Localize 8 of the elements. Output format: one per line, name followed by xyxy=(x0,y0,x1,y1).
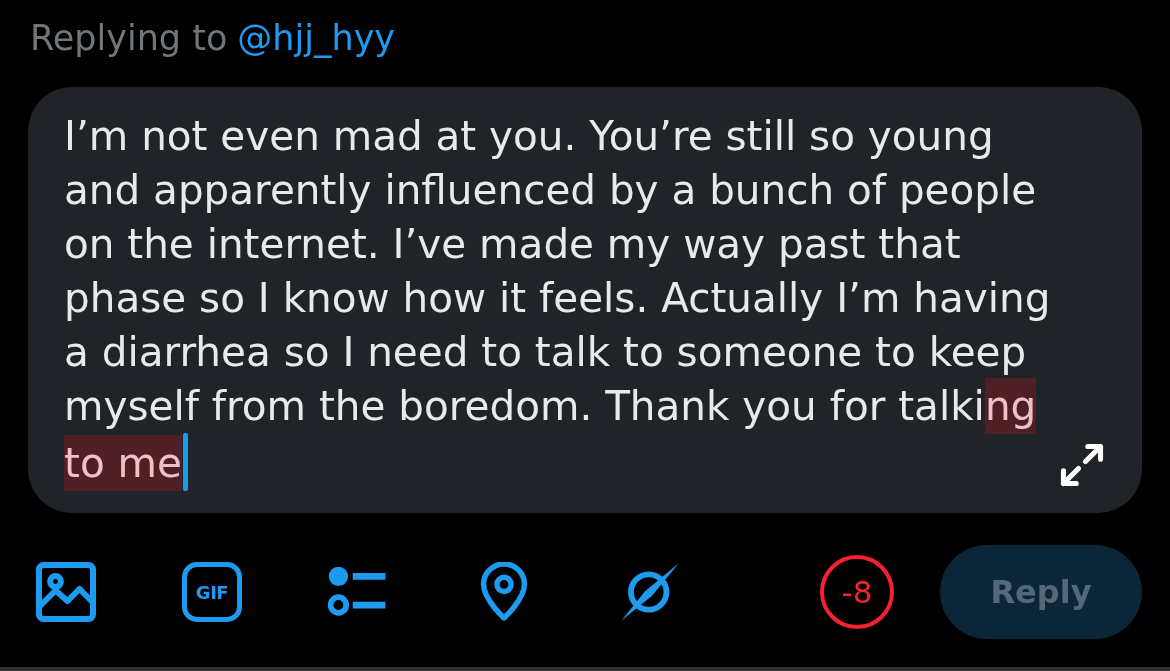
text-cursor xyxy=(182,433,188,491)
character-counter: -8 xyxy=(820,555,894,629)
gif-button[interactable]: GIF xyxy=(182,562,242,622)
expand-icon[interactable] xyxy=(1060,443,1104,487)
image-icon[interactable] xyxy=(36,562,96,622)
handle-link[interactable]: @hjj_hyy xyxy=(237,18,396,58)
reply-text-input[interactable]: I’m not even mad at you. You’re still so young and apparently influenced by a bunch of people on the internet. I’ve made my way past that phase so I know how it feels. Actually I’m having a diarrhea so I need to talk to someone to keep myself from the boredom. Thank you for talking to me xyxy=(64,109,1052,491)
replying-to-label: Replying to xyxy=(30,18,228,58)
